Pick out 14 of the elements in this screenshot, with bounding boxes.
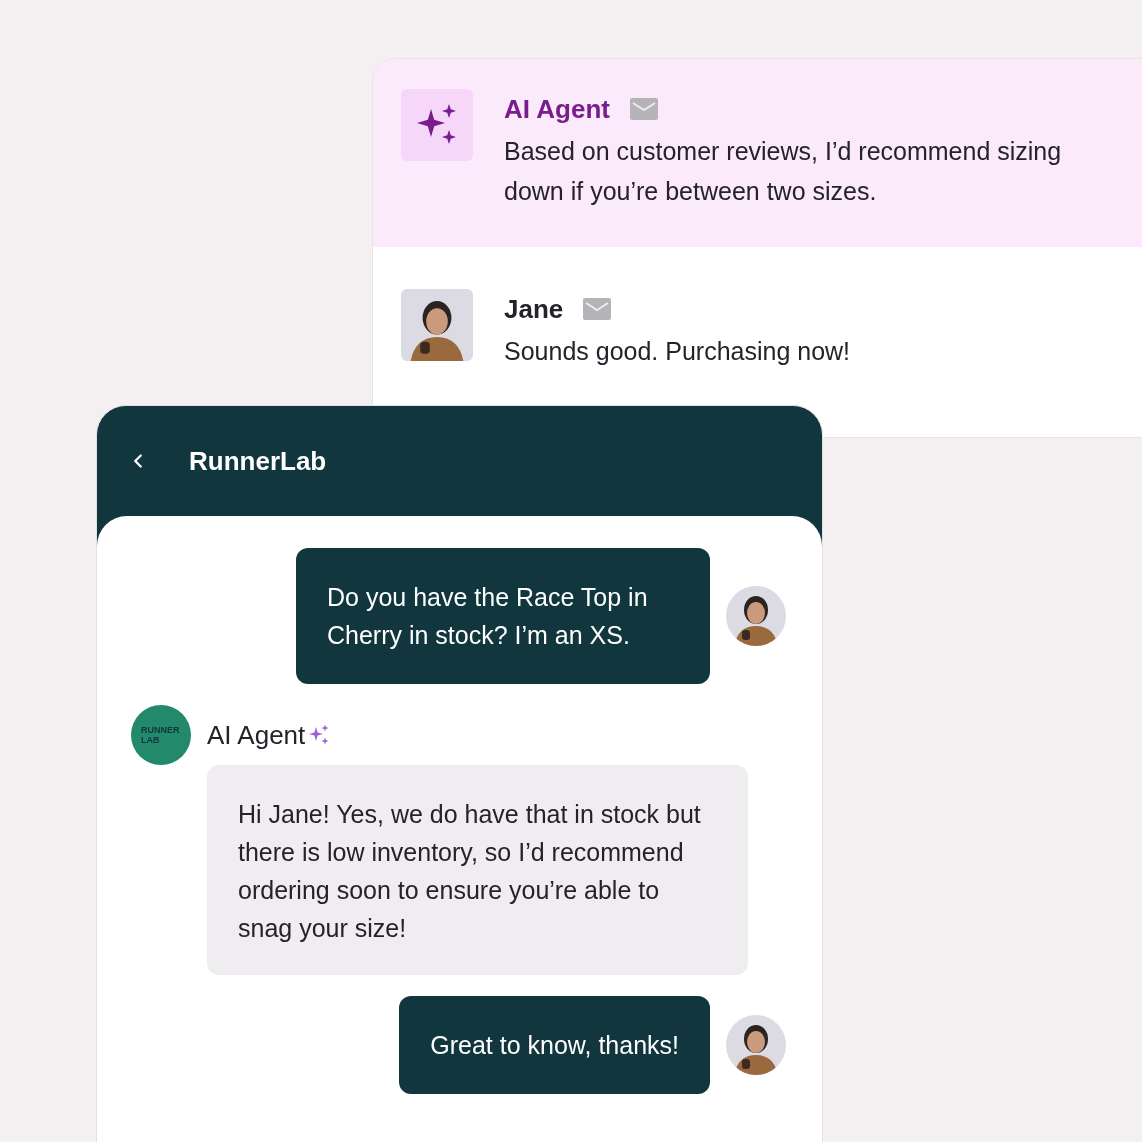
logo-text: LAB [141, 735, 161, 745]
message-text: Sounds good. Purchasing now! [504, 336, 852, 367]
sent-message-bubble: Great to know, thanks! [399, 996, 710, 1094]
agent-name: AI Agent [207, 718, 306, 752]
sender-name: Jane [504, 292, 564, 326]
sender-name: AI Agent [504, 92, 610, 126]
sent-message-bubble: Do you have the Race Top in Cherry in stock? I’m an XS. [296, 548, 710, 684]
envelope-icon [629, 98, 658, 120]
envelope-icon [583, 298, 612, 320]
inbox-message[interactable]: AI Agent Based on customer reviews, I’d recommend sizing down if you’re between two sizes. [373, 59, 1142, 247]
message-text: Based on customer reviews, I’d recommend sizing down if you’re between two sizes. [504, 136, 1063, 207]
received-message-bubble: Hi Jane! Yes, we do have that in stock but there is low inventory, so I’d recommend ordering soon to ensure you’re able to snag your size! [207, 765, 748, 975]
logo-text: RUNNER [141, 725, 181, 735]
chat-title: RunnerLab [189, 444, 327, 478]
